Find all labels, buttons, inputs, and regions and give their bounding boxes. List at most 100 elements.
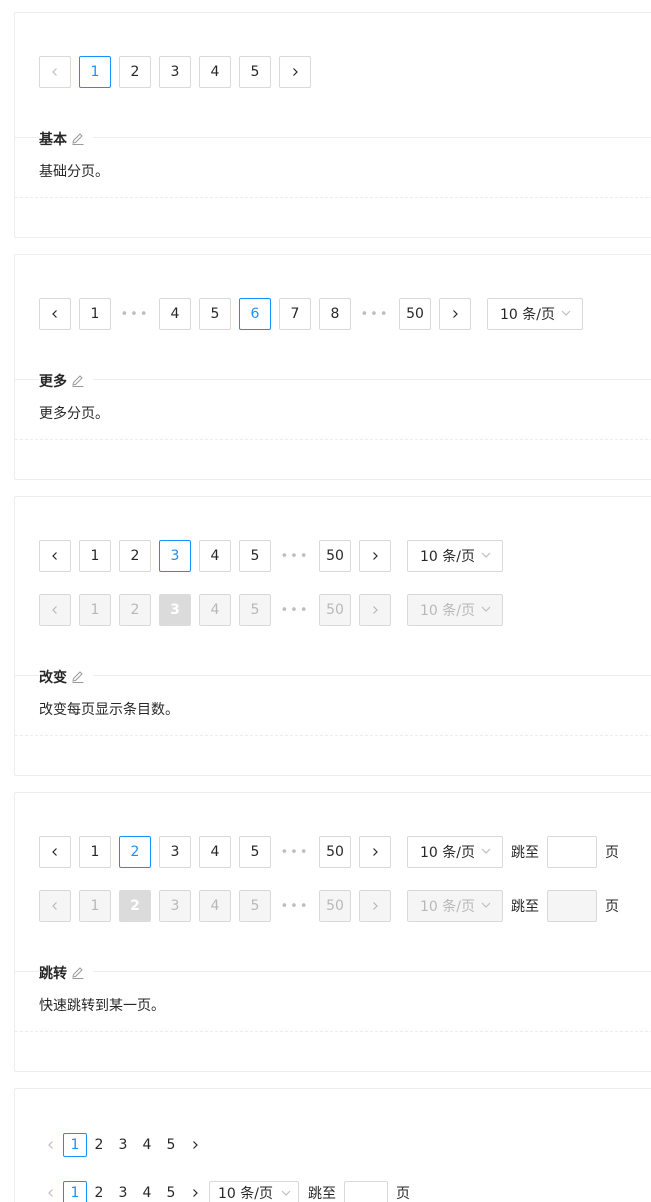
- jump-next-ellipsis[interactable]: •••: [279, 836, 311, 868]
- page-item-4[interactable]: 4: [199, 836, 231, 868]
- page-item-4: 4: [199, 594, 231, 626]
- edit-icon[interactable]: [71, 670, 85, 684]
- jump-next-ellipsis[interactable]: •••: [279, 540, 311, 572]
- page-item-3[interactable]: 3: [159, 540, 191, 572]
- page-item-2[interactable]: 2: [87, 1181, 111, 1202]
- page-item-3[interactable]: 3: [111, 1181, 135, 1202]
- page-item-1[interactable]: 1: [79, 836, 111, 868]
- jump-suffix: 页: [605, 845, 619, 861]
- dashed-divider: [15, 1031, 651, 1032]
- page-item-1[interactable]: 1: [79, 540, 111, 572]
- pagination-basic: 1 2 3 4 5: [39, 56, 339, 88]
- page-size-select[interactable]: 10 条/页: [407, 540, 503, 572]
- page-item-2[interactable]: 2: [119, 56, 151, 88]
- divider: [15, 675, 651, 676]
- next-page-button[interactable]: [359, 540, 391, 572]
- next-page-button[interactable]: [183, 1181, 207, 1202]
- jump-next-ellipsis[interactable]: •••: [359, 298, 391, 330]
- page-item-1: 1: [79, 594, 111, 626]
- page-item-5[interactable]: 5: [159, 1181, 183, 1202]
- page-item-3[interactable]: 3: [159, 56, 191, 88]
- prev-page-button[interactable]: [39, 56, 71, 88]
- right-arrow-icon: [373, 848, 378, 856]
- page-size-value: 10 条/页: [420, 603, 475, 619]
- page-item-1[interactable]: 1: [79, 56, 111, 88]
- demo-card-changer: 1 2 3 4 5 ••• 50 10 条/页 1 2 3 4 5 ••• 50…: [14, 496, 651, 776]
- page-item-5[interactable]: 5: [239, 540, 271, 572]
- left-arrow-icon: [52, 552, 57, 560]
- prev-page-button[interactable]: [39, 298, 71, 330]
- page-item-4[interactable]: 4: [199, 540, 231, 572]
- prev-page-button[interactable]: [39, 836, 71, 868]
- page-item-2: 2: [119, 890, 151, 922]
- page-item-1[interactable]: 1: [79, 298, 111, 330]
- page-item-2: 2: [119, 594, 151, 626]
- page-item-2[interactable]: 2: [119, 836, 151, 868]
- next-page-button[interactable]: [439, 298, 471, 330]
- chevron-down-icon: [481, 552, 491, 558]
- divider: [15, 137, 651, 138]
- demo-title: 基本: [39, 129, 93, 149]
- page-size-select[interactable]: 10 条/页: [407, 836, 503, 868]
- left-arrow-icon: [52, 68, 57, 76]
- demo-card-basic: 1 2 3 4 5 基本 基础分页。: [14, 12, 651, 238]
- jump-page-input[interactable]: [547, 836, 597, 868]
- jump-suffix: 页: [396, 1186, 410, 1202]
- page-item-50: 50: [319, 594, 351, 626]
- page-item-4[interactable]: 4: [199, 56, 231, 88]
- page-item-2[interactable]: 2: [119, 540, 151, 572]
- page-item-3: 3: [159, 594, 191, 626]
- right-arrow-icon: [373, 552, 378, 560]
- page-size-select[interactable]: 10 条/页: [209, 1181, 299, 1202]
- page-item-8[interactable]: 8: [319, 298, 351, 330]
- page-item-50[interactable]: 50: [399, 298, 431, 330]
- prev-page-button[interactable]: [39, 540, 71, 572]
- page-item-50: 50: [319, 890, 351, 922]
- page-item-5[interactable]: 5: [239, 56, 271, 88]
- page-item-1[interactable]: 1: [63, 1133, 87, 1157]
- next-page-button[interactable]: [359, 836, 391, 868]
- jump-page-input[interactable]: [344, 1181, 388, 1202]
- page-item-4[interactable]: 4: [135, 1133, 159, 1157]
- page-item-5[interactable]: 5: [199, 298, 231, 330]
- left-arrow-icon: [48, 1141, 53, 1149]
- left-arrow-icon: [48, 1189, 53, 1197]
- jump-label: 跳至: [511, 899, 539, 915]
- demo-title-text: 更多: [39, 374, 67, 390]
- pagination-mini: 1 2 3 4 5: [39, 1133, 239, 1157]
- page-item-4[interactable]: 4: [135, 1181, 159, 1202]
- demo-description: 基础分页。: [39, 164, 109, 180]
- pagination-more: 1 ••• 4 5 6 7 8 ••• 50 10 条/页: [39, 298, 599, 330]
- jump-prev-ellipsis[interactable]: •••: [119, 298, 151, 330]
- next-page-button[interactable]: [279, 56, 311, 88]
- page-item-7[interactable]: 7: [279, 298, 311, 330]
- prev-page-button[interactable]: [39, 1181, 63, 1202]
- edit-icon[interactable]: [71, 132, 85, 146]
- prev-page-button[interactable]: [39, 1133, 63, 1157]
- page-item-1: 1: [79, 890, 111, 922]
- page-size-select: 10 条/页: [407, 890, 503, 922]
- page-item-5[interactable]: 5: [239, 836, 271, 868]
- page-item-2[interactable]: 2: [87, 1133, 111, 1157]
- jump-page-input: [547, 890, 597, 922]
- chevron-down-icon: [281, 1190, 291, 1196]
- page-item-50[interactable]: 50: [319, 836, 351, 868]
- page-item-3[interactable]: 3: [159, 836, 191, 868]
- page-size-value: 10 条/页: [420, 899, 475, 915]
- page-size-select[interactable]: 10 条/页: [487, 298, 583, 330]
- prev-page-button: [39, 890, 71, 922]
- page-item-1[interactable]: 1: [63, 1181, 87, 1202]
- edit-icon[interactable]: [71, 966, 85, 980]
- page-size-select: 10 条/页: [407, 594, 503, 626]
- page-item-3[interactable]: 3: [111, 1133, 135, 1157]
- page-item-4[interactable]: 4: [159, 298, 191, 330]
- edit-icon[interactable]: [71, 374, 85, 388]
- page-item-50[interactable]: 50: [319, 540, 351, 572]
- dashed-divider: [15, 735, 651, 736]
- page-item-5[interactable]: 5: [159, 1133, 183, 1157]
- chevron-down-icon: [561, 310, 571, 316]
- next-page-button[interactable]: [183, 1133, 207, 1157]
- pagination-mini-full: 1 2 3 4 5 10 条/页 跳至 页: [39, 1181, 459, 1202]
- page-size-value: 10 条/页: [500, 307, 555, 323]
- page-item-6[interactable]: 6: [239, 298, 271, 330]
